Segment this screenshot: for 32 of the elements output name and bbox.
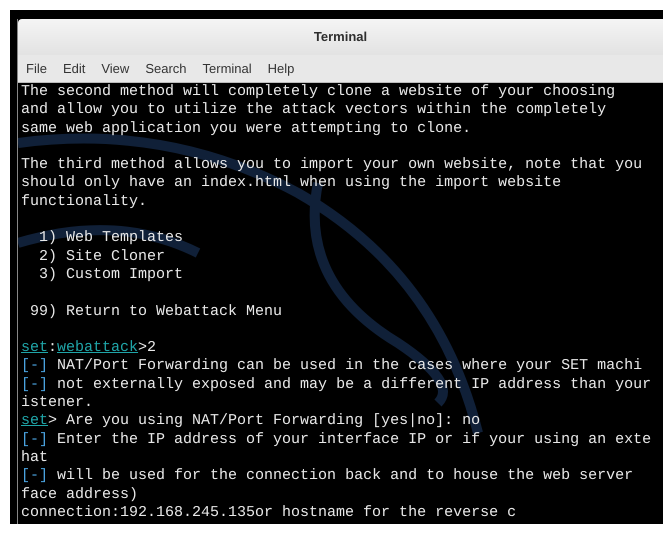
terminal-text: NAT/Port Forwarding can be used in the cases where your SET machi — [56, 357, 642, 374]
window-title: Terminal — [314, 28, 368, 46]
terminal-text: connection:192.168.245.135or hostname for the reverse c — [21, 504, 516, 521]
terminal-text: 3) Custom Import — [38, 266, 184, 283]
menu-item[interactable]: Help — [266, 58, 296, 78]
terminal-text: not externally exposed and may be a different IP address than your — [56, 376, 652, 393]
status-marker: [-] — [21, 430, 48, 448]
terminal-text: face address) — [21, 486, 138, 503]
terminal-text: istener. — [21, 394, 94, 412]
terminal-text: >2 — [138, 339, 156, 356]
terminal-text: The third method allows you to import your own website, note that you — [21, 156, 642, 174]
terminal-text: should only have an index.html when using the import website — [21, 174, 562, 192]
terminal-text: 2) Site Cloner — [38, 248, 166, 265]
terminal-text: Enter the IP address of your interface IP or if your using an exte — [56, 430, 652, 448]
menu-item[interactable]: Search — [143, 58, 189, 78]
terminal-text: hat — [21, 448, 48, 466]
status-marker: [-] — [21, 357, 48, 374]
menu-item[interactable]: File — [24, 58, 49, 78]
terminal-text: 99) Return to Webattack Menu — [29, 302, 282, 320]
terminal-text: same web application you were attempting to clone. — [21, 120, 472, 137]
terminal-text: will be used for the connection back and to house the web server — [56, 467, 634, 484]
terminal-text: : — [48, 339, 58, 356]
menu-item[interactable]: View — [99, 58, 132, 78]
terminal-text: The second method will completely clone a website of your choosing — [21, 83, 616, 100]
terminal-text: > Are you using NAT/Port Forwarding [yes|no]: no — [48, 412, 480, 430]
menu-item[interactable]: Terminal — [200, 58, 254, 78]
menu-item[interactable]: Edit — [60, 58, 88, 78]
terminal-text: and allow you to utilize the attack vectors within the completely — [21, 101, 606, 118]
terminal-text: functionality. — [21, 192, 148, 210]
terminal-text: 1) Web Templates — [38, 229, 184, 246]
status-marker: [-] — [21, 467, 48, 484]
status-marker: [-] — [21, 376, 48, 393]
